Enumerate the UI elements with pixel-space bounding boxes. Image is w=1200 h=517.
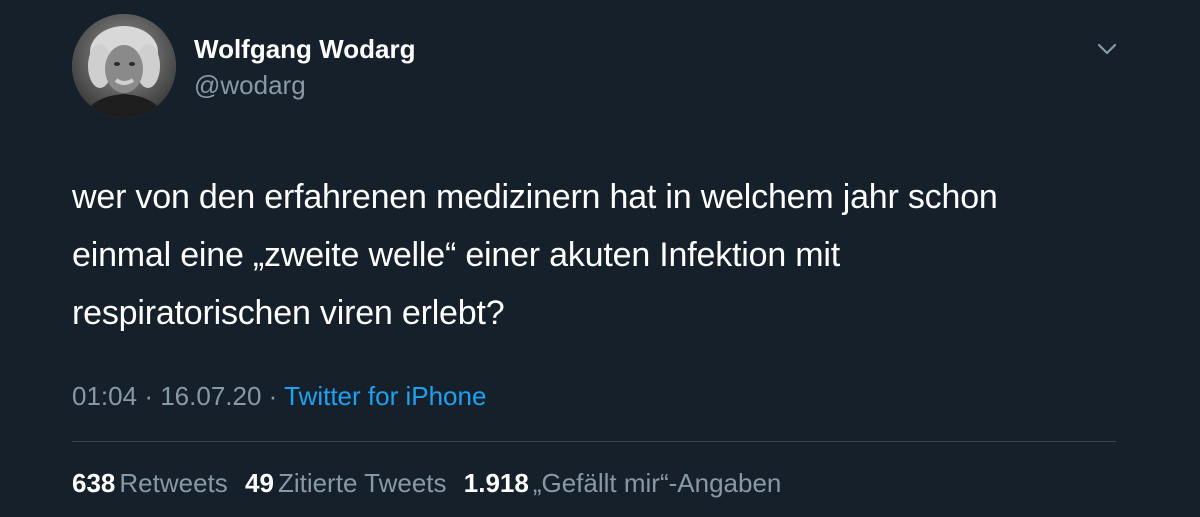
retweets-count: 638 [72,468,116,498]
quote-tweets-stat[interactable]: 49 Zitierte Tweets [245,468,447,498]
tweet-time[interactable]: 01:04 [72,381,137,411]
likes-count: 1.918 [463,468,529,498]
chevron-down-icon[interactable] [1094,36,1120,62]
quote-tweets-count: 49 [245,468,274,498]
tweet-text-line: wer von den erfahrenen medizinern hat in… [72,178,998,216]
author-display-name[interactable]: Wolfgang Wodarg [194,34,415,65]
author-handle[interactable]: @wodarg [194,70,306,101]
tweet-text-line: respiratorischen viren erlebt? [72,294,505,332]
likes-stat[interactable]: 1.918 „Gefällt mir“-Angaben [464,468,782,498]
tweet-stats: 638 Retweets 49 Zitierte Tweets 1.918 „Gefä… [72,468,791,499]
divider [72,441,1116,442]
tweet-detail: Wolfgang Wodarg @wodarg wer von den erfa… [0,0,1200,517]
tweet-text: wer von den erfahrenen medizinern hat in… [72,168,1132,342]
quote-tweets-label: Zitierte Tweets [277,468,447,498]
meta-separator: · [144,381,153,411]
likes-label: „Gefällt mir“-Angaben [532,468,782,498]
tweet-source-link[interactable]: Twitter for iPhone [284,381,486,411]
tweet-meta: 01:04 · 16.07.20 · Twitter for iPhone [72,381,486,412]
retweets-stat[interactable]: 638 Retweets [72,468,228,498]
tweet-text-line: einmal eine „zweite welle“ einer akuten … [72,236,840,274]
meta-separator: · [268,381,278,411]
avatar[interactable] [72,14,176,118]
retweets-label: Retweets [119,468,228,498]
tweet-date[interactable]: 16.07.20 [160,381,261,411]
